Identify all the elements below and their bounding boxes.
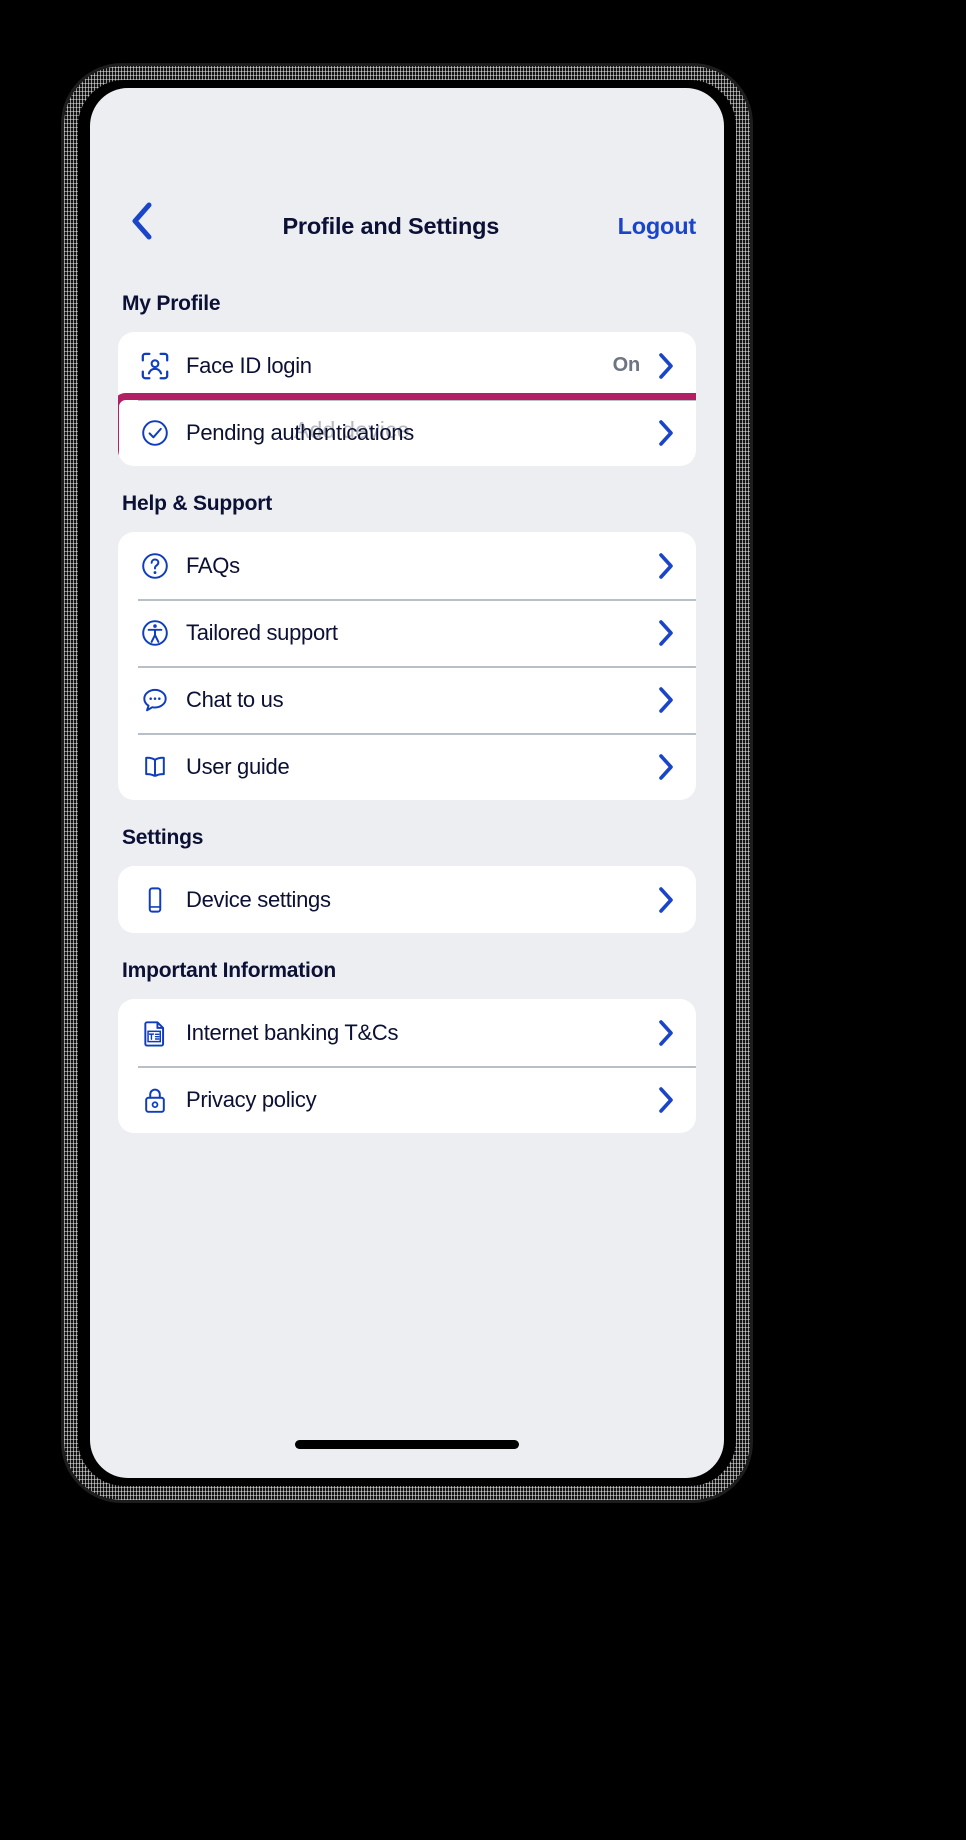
chevron-right-icon[interactable]	[654, 753, 678, 781]
chevron-right-icon[interactable]	[654, 1086, 678, 1114]
section-title: Important Information	[122, 959, 336, 982]
list-item-label: Device settings	[186, 886, 331, 912]
mobile-phone-icon	[138, 883, 172, 917]
question-circle-icon	[138, 549, 172, 583]
section-title: My Profile	[122, 292, 221, 315]
chevron-right-icon[interactable]	[654, 1019, 678, 1047]
chat-bubble-icon	[138, 683, 172, 717]
list-item[interactable]: Tailored support	[118, 599, 696, 666]
open-book-icon	[138, 750, 172, 784]
settings-card: Internet banking T&Cs Privacy policy	[118, 999, 696, 1133]
settings-section: Settings Device settings	[118, 804, 696, 933]
settings-list: My Profile Face ID login On Add device Pe…	[90, 270, 724, 1133]
check-circle-icon	[138, 416, 172, 450]
list-item-label: FAQs	[186, 552, 240, 578]
list-item[interactable]: FAQs	[118, 532, 696, 599]
home-indicator-area	[90, 1410, 724, 1478]
settings-section: My Profile Face ID login On Add device Pe…	[118, 270, 696, 466]
chevron-left-icon	[128, 201, 154, 241]
chevron-right-icon[interactable]	[654, 619, 678, 647]
list-item-label: Internet banking T&Cs	[186, 1019, 399, 1045]
list-item-label: Chat to us	[186, 686, 284, 712]
list-item-value: On	[612, 354, 641, 376]
list-item[interactable]: Add device Pending authentications	[118, 393, 696, 466]
phone-screen: Profile and Settings Logout My Profile F…	[90, 88, 724, 1478]
section-title: Settings	[122, 826, 204, 849]
document-text-icon	[138, 1016, 172, 1050]
chevron-right-icon[interactable]	[654, 352, 678, 380]
list-item[interactable]: Internet banking T&Cs	[118, 999, 696, 1066]
list-item[interactable]: Device settings	[118, 866, 696, 933]
home-indicator[interactable]	[295, 1439, 519, 1449]
accessibility-icon	[138, 616, 172, 650]
settings-card: Device settings	[118, 866, 696, 933]
back-button[interactable]	[118, 198, 164, 244]
face-id-icon	[138, 349, 172, 383]
list-item-label: Pending authentications	[186, 419, 414, 445]
settings-section: Help & Support FAQs Tailored support Cha…	[118, 470, 696, 800]
list-item-label: Face ID login	[186, 352, 312, 378]
app-header: Profile and Settings Logout	[90, 88, 724, 270]
list-item[interactable]: Privacy policy	[118, 1066, 696, 1133]
settings-card: FAQs Tailored support Chat to us User gu…	[118, 532, 696, 800]
settings-card: Face ID login On Add device Pending authe…	[118, 332, 696, 466]
chevron-right-icon[interactable]	[654, 552, 678, 580]
list-item[interactable]: Face ID login On	[118, 332, 696, 399]
logout-button[interactable]: Logout	[618, 213, 697, 240]
chevron-right-icon[interactable]	[654, 886, 678, 914]
list-item-label: Tailored support	[186, 619, 338, 645]
list-item[interactable]: Chat to us	[118, 666, 696, 733]
phone-device-frame: Profile and Settings Logout My Profile F…	[64, 66, 750, 1500]
settings-section: Important Information Internet banking T…	[118, 937, 696, 1133]
list-item[interactable]: User guide	[118, 733, 696, 800]
section-title: Help & Support	[122, 492, 273, 515]
chevron-right-icon[interactable]	[654, 686, 678, 714]
page-title: Profile and Settings	[282, 213, 500, 239]
list-item-label: Privacy policy	[186, 1086, 317, 1112]
chevron-right-icon[interactable]	[654, 419, 678, 447]
list-item-label: User guide	[186, 753, 290, 779]
padlock-icon	[138, 1083, 172, 1117]
